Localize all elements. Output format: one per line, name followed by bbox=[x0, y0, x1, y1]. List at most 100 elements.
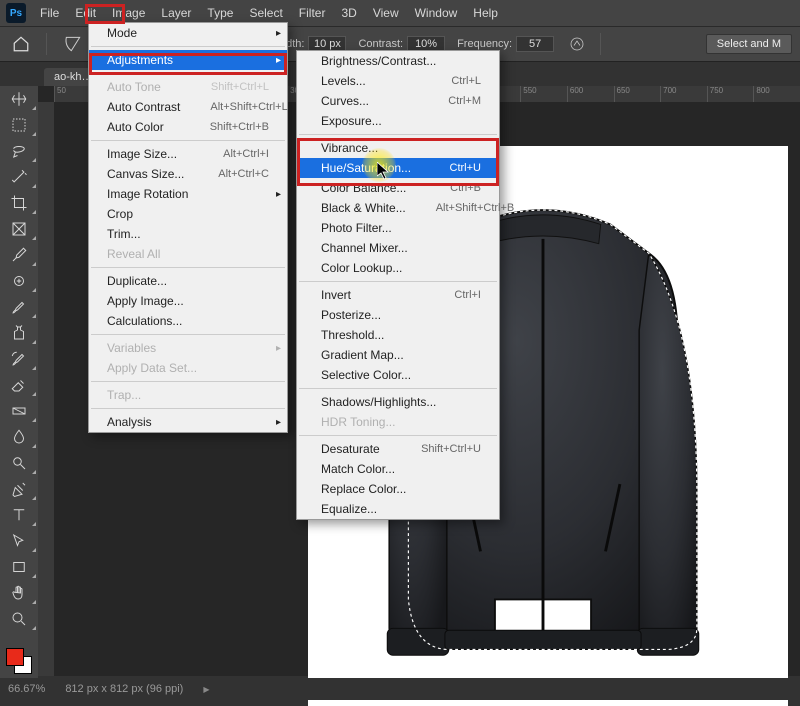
ruler-tick: 700 bbox=[660, 86, 707, 102]
adjustments-menu-item-channel-mixer[interactable]: Channel Mixer... bbox=[297, 238, 499, 258]
zoom-level[interactable]: 66.67% bbox=[8, 683, 45, 695]
tool-lasso[interactable] bbox=[0, 138, 38, 164]
adjustments-menu-item-curves[interactable]: Curves...Ctrl+M bbox=[297, 91, 499, 111]
menu-item-label: Levels... bbox=[321, 74, 366, 88]
tool-history-brush[interactable] bbox=[0, 346, 38, 372]
menu-item-label: Apply Data Set... bbox=[107, 361, 197, 375]
adjustments-menu-item-hue-saturation[interactable]: Hue/Saturation...Ctrl+U bbox=[297, 158, 499, 178]
menu-item-shortcut: Alt+Shift+Ctrl+L bbox=[180, 101, 287, 113]
tool-brush[interactable] bbox=[0, 294, 38, 320]
menu-3d[interactable]: 3D bbox=[333, 2, 364, 24]
active-tool-icon[interactable]: ▾ bbox=[59, 30, 87, 58]
tool-pen[interactable] bbox=[0, 476, 38, 502]
adjustments-menu-item-photo-filter[interactable]: Photo Filter... bbox=[297, 218, 499, 238]
foreground-color[interactable] bbox=[6, 648, 24, 666]
tool-hand[interactable] bbox=[0, 580, 38, 606]
tool-crop[interactable] bbox=[0, 190, 38, 216]
menu-view[interactable]: View bbox=[365, 2, 407, 24]
tool-eraser[interactable] bbox=[0, 372, 38, 398]
select-and-mask-button[interactable]: Select and M bbox=[706, 34, 792, 54]
adjustments-menu-item-posterize[interactable]: Posterize... bbox=[297, 305, 499, 325]
menu-type[interactable]: Type bbox=[199, 2, 241, 24]
adjustments-menu-item-gradient-map[interactable]: Gradient Map... bbox=[297, 345, 499, 365]
adjustments-menu-item-brightness-contrast[interactable]: Brightness/Contrast... bbox=[297, 51, 499, 71]
stylus-pressure-icon[interactable] bbox=[566, 33, 588, 55]
menu-item-shortcut: Ctrl+L bbox=[421, 75, 481, 87]
tool-type[interactable] bbox=[0, 502, 38, 528]
adjustments-menu-separator bbox=[299, 388, 497, 389]
image-menu-item-auto-contrast[interactable]: Auto ContrastAlt+Shift+Ctrl+L bbox=[89, 97, 287, 117]
status-flyout-icon[interactable]: ▶ bbox=[203, 685, 209, 694]
tool-spot-heal[interactable] bbox=[0, 268, 38, 294]
tool-eyedrop[interactable] bbox=[0, 242, 38, 268]
menu-edit[interactable]: Edit bbox=[67, 2, 104, 24]
tool-zoom[interactable] bbox=[0, 606, 38, 632]
adjustments-menu-item-match-color[interactable]: Match Color... bbox=[297, 459, 499, 479]
adjustments-menu-item-vibrance[interactable]: Vibrance... bbox=[297, 138, 499, 158]
image-menu-item-image-size[interactable]: Image Size...Alt+Ctrl+I bbox=[89, 144, 287, 164]
adjustments-menu-item-invert[interactable]: InvertCtrl+I bbox=[297, 285, 499, 305]
adjustments-menu-item-exposure[interactable]: Exposure... bbox=[297, 111, 499, 131]
tool-blur[interactable] bbox=[0, 424, 38, 450]
image-menu-item-calculations[interactable]: Calculations... bbox=[89, 311, 287, 331]
menu-item-label: Replace Color... bbox=[321, 482, 406, 496]
menu-item-label: Photo Filter... bbox=[321, 221, 392, 235]
menu-item-label: Brightness/Contrast... bbox=[321, 54, 436, 68]
menu-filter[interactable]: Filter bbox=[291, 2, 334, 24]
tool-magic-wand[interactable] bbox=[0, 164, 38, 190]
adjustments-menu-item-color-lookup[interactable]: Color Lookup... bbox=[297, 258, 499, 278]
menu-item-label: Canvas Size... bbox=[107, 167, 184, 181]
image-menu-separator bbox=[91, 73, 285, 74]
home-icon[interactable] bbox=[8, 31, 34, 57]
image-menu-separator bbox=[91, 334, 285, 335]
menu-item-label: Curves... bbox=[321, 94, 369, 108]
menu-item-shortcut: Shift+Ctrl+U bbox=[391, 443, 481, 455]
image-menu-item-image-rotation[interactable]: Image Rotation bbox=[89, 184, 287, 204]
tool-move[interactable] bbox=[0, 86, 38, 112]
menu-item-label: Trim... bbox=[107, 227, 141, 241]
image-menu-item-auto-color[interactable]: Auto ColorShift+Ctrl+B bbox=[89, 117, 287, 137]
tool-gradient[interactable] bbox=[0, 398, 38, 424]
tool-marquee[interactable] bbox=[0, 112, 38, 138]
frequency-input[interactable]: 57 bbox=[516, 36, 554, 52]
menu-item-shortcut: Shift+Ctrl+L bbox=[181, 81, 269, 93]
contrast-label: Contrast: bbox=[358, 38, 403, 50]
adjustments-menu-separator bbox=[299, 281, 497, 282]
adjustments-menu-item-desaturate[interactable]: DesaturateShift+Ctrl+U bbox=[297, 439, 499, 459]
menu-window[interactable]: Window bbox=[407, 2, 466, 24]
menu-help[interactable]: Help bbox=[465, 2, 506, 24]
tool-rectangle[interactable] bbox=[0, 554, 38, 580]
menu-item-label: Hue/Saturation... bbox=[321, 161, 411, 175]
image-menu-item-trim[interactable]: Trim... bbox=[89, 224, 287, 244]
image-menu-item-analysis[interactable]: Analysis bbox=[89, 412, 287, 432]
image-menu-item-adjustments[interactable]: Adjustments bbox=[89, 50, 287, 70]
adjustments-menu-item-selective-color[interactable]: Selective Color... bbox=[297, 365, 499, 385]
adjustments-menu-item-black-white[interactable]: Black & White...Alt+Shift+Ctrl+B bbox=[297, 198, 499, 218]
menu-image[interactable]: Image bbox=[104, 2, 153, 24]
adjustments-menu-item-shadows-highlights[interactable]: Shadows/Highlights... bbox=[297, 392, 499, 412]
menu-item-label: Crop bbox=[107, 207, 133, 221]
adjustments-menu-item-replace-color[interactable]: Replace Color... bbox=[297, 479, 499, 499]
tool-clone[interactable] bbox=[0, 320, 38, 346]
menu-layer[interactable]: Layer bbox=[153, 2, 199, 24]
tool-dodge[interactable] bbox=[0, 450, 38, 476]
tool-path-select[interactable] bbox=[0, 528, 38, 554]
menu-file[interactable]: File bbox=[32, 2, 67, 24]
adjustments-submenu: Brightness/Contrast... Levels... Ctrl+L Cur… bbox=[296, 50, 500, 520]
adjustments-menu-item-threshold[interactable]: Threshold... bbox=[297, 325, 499, 345]
menu-item-label: Threshold... bbox=[321, 328, 384, 342]
menu-select[interactable]: Select bbox=[241, 2, 290, 24]
image-menu-item-mode[interactable]: Mode bbox=[89, 23, 287, 43]
image-menu-item-apply-image[interactable]: Apply Image... bbox=[89, 291, 287, 311]
ruler-tick: 800 bbox=[753, 86, 800, 102]
adjustments-menu-item-equalize[interactable]: Equalize... bbox=[297, 499, 499, 519]
image-menu-item-crop[interactable]: Crop bbox=[89, 204, 287, 224]
image-menu-separator bbox=[91, 408, 285, 409]
image-menu-item-canvas-size[interactable]: Canvas Size...Alt+Ctrl+C bbox=[89, 164, 287, 184]
menu-item-shortcut: Shift+Ctrl+B bbox=[180, 121, 269, 133]
color-swatches[interactable] bbox=[0, 646, 38, 680]
image-menu-item-duplicate[interactable]: Duplicate... bbox=[89, 271, 287, 291]
adjustments-menu-item-levels[interactable]: Levels... Ctrl+L bbox=[297, 71, 499, 91]
tool-frame[interactable] bbox=[0, 216, 38, 242]
adjustments-menu-item-color-balance[interactable]: Color Balance...Ctrl+B bbox=[297, 178, 499, 198]
